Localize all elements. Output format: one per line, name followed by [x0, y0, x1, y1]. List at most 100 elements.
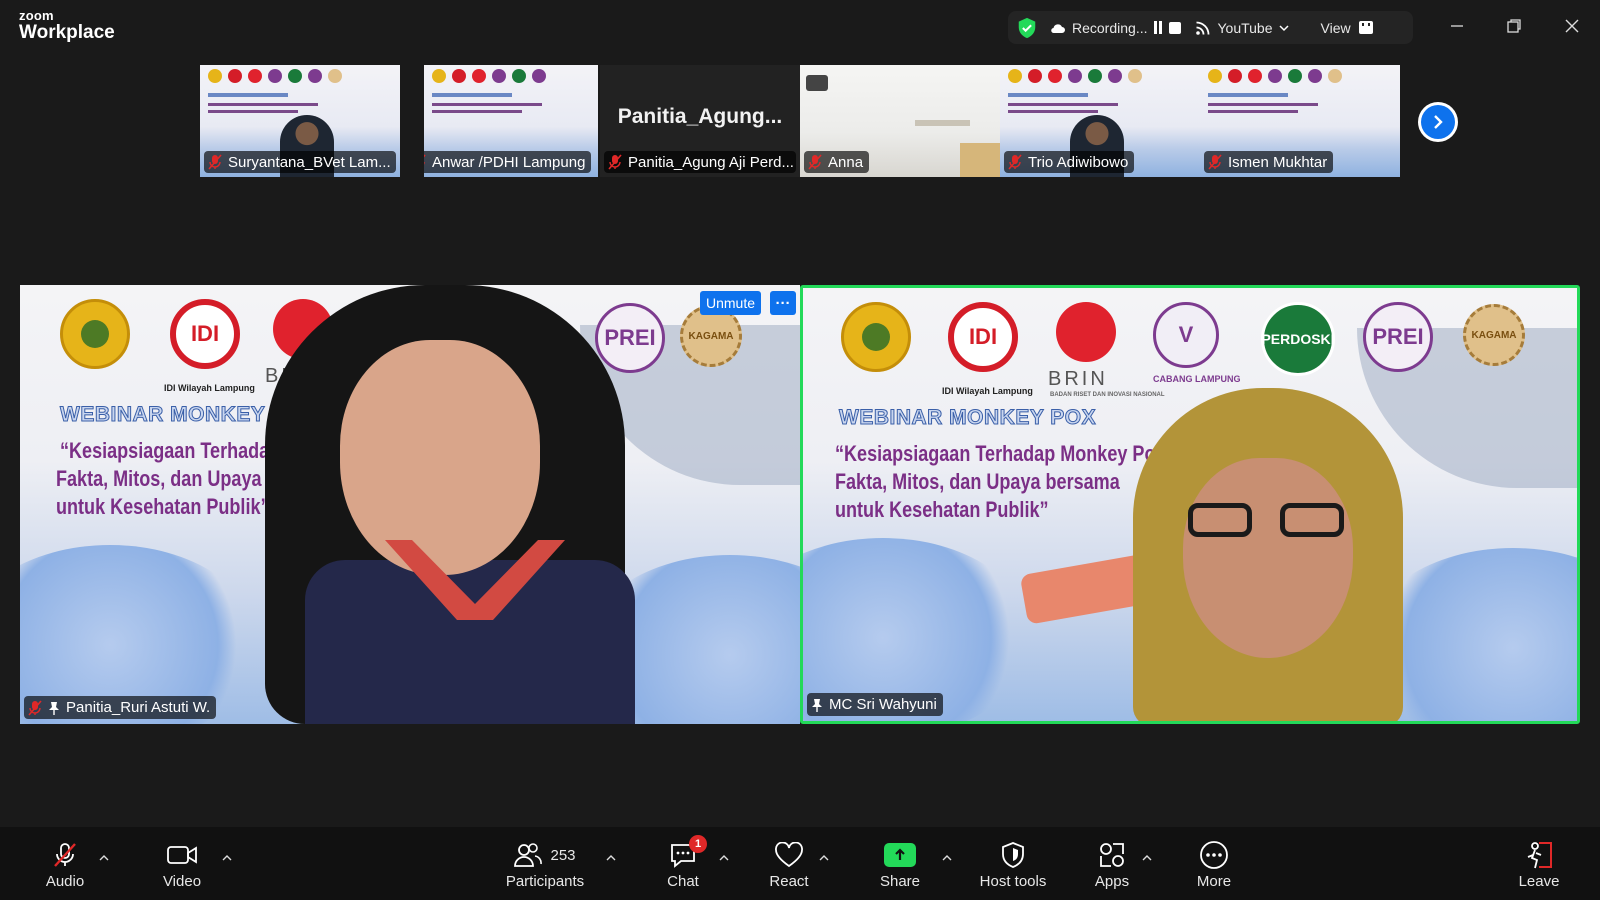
participant-tile[interactable]: Trio Adiwibowo — [1000, 65, 1200, 177]
unmute-participant-button[interactable]: Unmute — [700, 291, 762, 315]
host-shield-icon — [1002, 842, 1024, 868]
apps-button[interactable]: Apps — [1087, 827, 1137, 900]
meeting-toolbar: Audio Video 253 Participants 1 Chat Reac… — [0, 827, 1600, 900]
main-tile-name-label: Panitia_Ruri Astuti W. — [24, 696, 217, 719]
muted-mic-icon — [1008, 154, 1022, 170]
close-button[interactable] — [1560, 14, 1584, 38]
muted-mic-icon — [28, 699, 42, 716]
pause-recording-icon[interactable] — [1153, 21, 1163, 34]
leave-icon — [1527, 842, 1552, 869]
live-stream-icon[interactable] — [1195, 20, 1211, 36]
participant-name: Anwar /PDHI Lampung — [432, 153, 586, 171]
react-label: React — [769, 873, 809, 890]
apps-icon — [1100, 843, 1124, 867]
host-tools-button[interactable]: Host tools — [970, 827, 1056, 900]
participants-label: Participants — [505, 873, 585, 890]
participant-name-label: Anna — [804, 151, 870, 173]
prei-logo: PREI — [1363, 302, 1433, 372]
chevron-down-icon[interactable] — [1278, 23, 1289, 33]
webinar-quote-line-3: untuk Kesehatan Publik” — [56, 494, 270, 519]
video-tile-sri[interactable]: IDI IDI Wilayah Lampung BRIN BADAN RISET… — [800, 285, 1580, 724]
cloud-recording-icon — [1051, 23, 1065, 33]
participant-tile[interactable]: Anwar /PDHI Lampung — [424, 65, 598, 177]
participants-options-chevron-icon[interactable] — [605, 852, 617, 864]
brin-logo-mark — [1056, 302, 1116, 362]
chat-label: Chat — [667, 873, 699, 890]
meeting-status-pill: Recording... YouTube View — [1008, 11, 1413, 44]
muted-mic-icon — [424, 154, 426, 165]
brin-word: BRIN — [1048, 368, 1108, 390]
logo-line-2: Workplace — [19, 22, 115, 43]
participant-name: Panitia_Agung Aji Perd... — [628, 153, 794, 171]
audio-options-chevron-icon[interactable] — [98, 852, 110, 864]
tile-more-options-button[interactable]: ··· — [770, 291, 796, 315]
brin-caption: BADAN RISET DAN INOVASI NASIONAL — [1050, 392, 1165, 398]
mic-muted-icon — [54, 843, 76, 867]
stop-recording-icon[interactable] — [1169, 21, 1182, 34]
react-options-chevron-icon[interactable] — [818, 852, 830, 864]
participant-tile[interactable]: Anna — [800, 65, 1000, 177]
idi-logo: IDI — [948, 302, 1018, 372]
live-stream-label[interactable]: YouTube — [1217, 20, 1272, 36]
zoom-workplace-logo: zoom Workplace — [19, 9, 115, 42]
video-options-chevron-icon[interactable] — [221, 852, 233, 864]
pdhi-caption: CABANG LAMPUNG — [1153, 374, 1241, 384]
participants-icon — [514, 843, 543, 867]
more-button[interactable]: More — [1189, 827, 1239, 900]
participant-name: Anna — [828, 153, 864, 171]
react-button[interactable]: React — [764, 827, 814, 900]
video-tile-ruri[interactable]: IDI IDI Wilayah Lampung BRIN PREI KAGAMA… — [20, 285, 800, 724]
minimize-button[interactable] — [1445, 14, 1469, 38]
view-button[interactable]: View — [1321, 20, 1351, 36]
chat-unread-badge: 1 — [689, 835, 707, 853]
participants-button[interactable]: 253 Participants — [500, 827, 590, 900]
participant-name: Ismen Mukhtar — [1228, 153, 1328, 171]
audio-label: Audio — [45, 873, 85, 890]
share-options-chevron-icon[interactable] — [941, 852, 953, 864]
participant-display-name: Panitia_Agung... — [617, 105, 783, 128]
restore-icon — [1507, 19, 1521, 33]
gallery-next-button[interactable] — [1418, 102, 1458, 142]
audio-button[interactable]: Audio — [40, 827, 90, 900]
restore-button[interactable] — [1502, 14, 1526, 38]
share-button[interactable]: Share — [875, 827, 925, 900]
chat-button[interactable]: 1 Chat — [658, 827, 708, 900]
participant-tile[interactable]: Panitia_Agung... Panitia_Agung Aji Perd.… — [600, 65, 800, 177]
participant-name: Trio Adiwibowo — [1028, 153, 1129, 171]
participant-name-label: Anwar /PDHI Lampung — [424, 151, 592, 173]
more-dots-icon — [1200, 841, 1228, 869]
kagama-logo: KAGAMA — [1463, 304, 1525, 366]
participant-video-ruri — [265, 285, 635, 724]
video-label: Video — [162, 873, 202, 890]
webinar-quote-line-1: “Kesiapsiagaan Terhadap Monkey Pox — [835, 441, 1166, 466]
view-grid-icon[interactable] — [1358, 21, 1373, 34]
more-label: More — [1196, 873, 1232, 890]
muted-mic-icon — [1208, 154, 1222, 170]
participant-name-label: Suryantana_BVet Lam... — [204, 151, 396, 173]
idi-caption: IDI Wilayah Lampung — [164, 383, 255, 393]
minimize-icon — [1451, 25, 1463, 27]
title-bar: zoom Workplace Recording... YouTube View — [0, 0, 1600, 55]
chevron-right-icon — [1434, 115, 1443, 129]
leave-button[interactable]: Leave — [1514, 827, 1564, 900]
webinar-quote-line-3: untuk Kesehatan Publik” — [835, 497, 1049, 522]
video-button[interactable]: Video — [157, 827, 207, 900]
idi-logo: IDI — [170, 299, 240, 369]
participant-name: Suryantana_BVet Lam... — [228, 153, 391, 171]
participant-gallery-strip: Suryantana_BVet Lam... Anwar /PDHI Lampu… — [200, 65, 1400, 177]
host-tools-label: Host tools — [979, 873, 1047, 890]
pin-icon — [812, 698, 822, 712]
share-screen-icon — [884, 843, 916, 867]
encryption-shield-icon[interactable] — [1016, 17, 1038, 39]
main-tile-name-label: MC Sri Wahyuni — [807, 693, 943, 716]
participant-tile[interactable]: Suryantana_BVet Lam... — [200, 65, 400, 177]
participant-tile[interactable]: Ismen Mukhtar — [1200, 65, 1400, 177]
chat-options-chevron-icon[interactable] — [718, 852, 730, 864]
video-camera-icon — [167, 846, 197, 864]
apps-options-chevron-icon[interactable] — [1141, 852, 1153, 864]
pdhi-logo: V — [1153, 302, 1219, 368]
muted-mic-icon — [808, 154, 822, 170]
recording-status-label: Recording... — [1072, 19, 1148, 36]
webinar-title: WEBINAR MONKEY POX — [838, 406, 1097, 430]
share-label: Share — [879, 873, 921, 890]
